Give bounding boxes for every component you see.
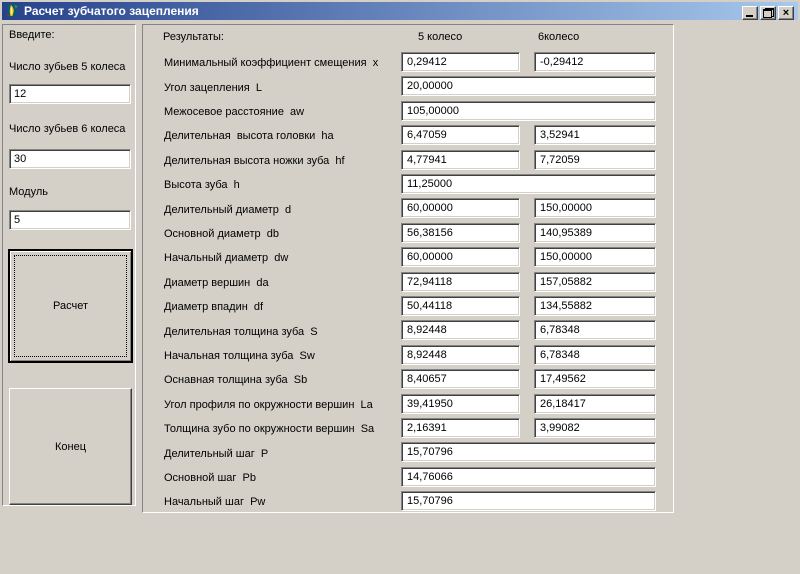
result-row-label: Межосевое расстояние aw	[164, 105, 305, 118]
focus-rect	[14, 255, 127, 357]
app-window: Расчет зубчатого зацепления × Введите: Ч…	[0, 0, 800, 574]
result-row-label: Угол профиля по окружности вершин La	[164, 398, 373, 411]
result-row-label: Оснавная толщина зуба Sb	[164, 374, 308, 387]
restore-icon	[763, 8, 774, 18]
minimize-button[interactable]	[742, 6, 758, 20]
results-rows: Минимальный коэффициент смещения x 0,2941…	[143, 51, 675, 514]
result-field-wheel6[interactable]: 140,95389	[534, 222, 656, 243]
result-field-wheel6[interactable]: 150,00000	[534, 198, 656, 219]
title-bar: Расчет зубчатого зацепления ×	[2, 2, 798, 20]
result-field-wheel5[interactable]: 0,29412	[401, 52, 520, 72]
result-row: Основной шаг Pb 14,76066	[143, 466, 675, 490]
result-row-label: Начальный шаг Pw	[164, 496, 266, 509]
result-field-wheel5[interactable]: 50,44118	[401, 296, 520, 316]
end-button-label: Конец	[54, 440, 87, 453]
result-field-wheel5[interactable]: 2,16391	[401, 418, 520, 438]
result-row-label: Делительная высота ножки зуба hf	[164, 154, 345, 167]
result-field-wheel6[interactable]: 26,18417	[534, 393, 656, 414]
module-label: Модуль	[9, 186, 48, 198]
module-input[interactable]	[9, 210, 131, 230]
result-row: Оснавная толщина зуба Sb 8,40657 17,49562	[143, 368, 675, 392]
result-field-wheel5[interactable]: 4,77941	[401, 149, 520, 170]
result-field-wheel5[interactable]: 39,41950	[401, 393, 520, 414]
result-row-label: Делительный диаметр d	[164, 203, 292, 216]
result-row: Диаметр впадин df 50,44118 134,55882	[143, 295, 675, 319]
result-row-label: Высота зуба h	[164, 179, 240, 192]
input-panel-title: Введите:	[9, 29, 55, 41]
result-field-wheel6[interactable]: 3,52941	[534, 125, 656, 146]
result-field-wide[interactable]: 105,00000	[401, 100, 656, 121]
result-field-wheel5[interactable]: 56,38156	[401, 222, 520, 243]
result-field-wheel6[interactable]: 7,72059	[534, 149, 656, 170]
result-row-label: Минимальный коэффициент смещения x	[164, 57, 379, 70]
result-row-label: Основной шаг Pb	[164, 471, 257, 484]
result-row-label: Угол зацепления L	[164, 81, 262, 94]
result-row: Минимальный коэффициент смещения x 0,2941…	[143, 51, 675, 75]
result-field-wheel6[interactable]: 6,78348	[534, 344, 656, 365]
result-field-wheel6[interactable]: 134,55882	[534, 296, 656, 316]
calc-button[interactable]: Расчет	[8, 249, 133, 363]
result-row: Толщина зубо по окружности вершин Sa 2,16…	[143, 417, 675, 441]
result-row-label: Делительный шаг P	[164, 447, 269, 460]
result-row-label: Толщина зубо по окружности вершин Sa	[164, 423, 375, 436]
result-row: Высота зуба h 11,25000	[143, 173, 675, 197]
result-field-wheel5[interactable]: 60,00000	[401, 247, 520, 268]
input-panel: Введите: Число зубьев 5 колеса Число зуб…	[2, 24, 136, 506]
result-row: Начальный диаметр dw 60,00000 150,00000	[143, 246, 675, 270]
result-row: Начальный шаг Pw 15,70796	[143, 490, 675, 514]
result-field-wheel6[interactable]: 6,78348	[534, 320, 656, 341]
result-field-wide[interactable]: 11,25000	[401, 174, 656, 194]
result-field-wheel5[interactable]: 6,47059	[401, 125, 520, 146]
result-row: Делительная высота ножки зуба hf 4,77941 7…	[143, 149, 675, 173]
result-field-wheel5[interactable]: 8,92448	[401, 344, 520, 365]
restore-button[interactable]	[760, 6, 776, 20]
teeth5-label: Число зубьев 5 колеса	[9, 61, 126, 73]
results-title: Результаты:	[163, 31, 224, 43]
result-field-wheel5[interactable]: 8,92448	[401, 320, 520, 341]
teeth5-input[interactable]	[9, 84, 131, 104]
result-field-wide[interactable]: 20,00000	[401, 76, 656, 97]
result-field-wide[interactable]: 14,76066	[401, 466, 656, 487]
result-row-label: Делительная высота головки ha	[164, 130, 334, 143]
app-icon	[7, 4, 18, 17]
result-row: Угол зацепления L 20,00000	[143, 75, 675, 99]
result-row: Диаметр вершин da 72,94118 157,05882	[143, 271, 675, 295]
result-field-wheel5[interactable]: 60,00000	[401, 198, 520, 219]
result-row: Делительная толщина зуба S 8,92448 6,78348	[143, 319, 675, 343]
result-row-label: Делительная толщина зуба S	[164, 325, 318, 338]
teeth6-label: Число зубьев 6 колеса	[9, 123, 126, 135]
col-header-wheel5: 5 колесо	[418, 31, 463, 43]
result-row: Межосевое расстояние aw 105,00000	[143, 100, 675, 124]
end-button[interactable]: Конец	[9, 388, 132, 505]
result-row: Делительная высота головки ha 6,47059 3,52…	[143, 124, 675, 148]
close-button[interactable]: ×	[778, 6, 794, 20]
result-field-wheel6[interactable]: -0,29412	[534, 52, 656, 72]
result-row: Начальная толщина зуба Sw 8,92448 6,78348	[143, 344, 675, 368]
result-row-label: Начальный диаметр dw	[164, 252, 289, 265]
result-row-label: Диаметр вершин da	[164, 276, 269, 289]
result-field-wide[interactable]: 15,70796	[401, 491, 656, 512]
result-field-wheel5[interactable]: 8,40657	[401, 369, 520, 390]
result-row-label: Начальная толщина зуба Sw	[164, 349, 315, 362]
result-row: Основной диаметр db 56,38156 140,95389	[143, 222, 675, 246]
result-field-wheel6[interactable]: 17,49562	[534, 369, 656, 390]
col-header-wheel6: 6колесо	[538, 31, 580, 43]
result-row: Делительный диаметр d 60,00000 150,00000	[143, 197, 675, 221]
result-field-wheel6[interactable]: 157,05882	[534, 271, 656, 292]
result-row-label: Диаметр впадин df	[164, 301, 264, 314]
close-icon: ×	[782, 7, 790, 19]
minimize-icon	[746, 15, 753, 17]
result-field-wheel6[interactable]: 3,99082	[534, 418, 656, 438]
result-field-wheel5[interactable]: 72,94118	[401, 271, 520, 292]
results-panel: Результаты: 5 колесо 6колесо Минимальный…	[142, 24, 674, 513]
teeth6-input[interactable]	[9, 149, 131, 169]
window-title: Расчет зубчатого зацепления	[24, 4, 199, 18]
result-row: Делительный шаг P 15,70796	[143, 441, 675, 465]
result-row: Угол профиля по окружности вершин La 39,4…	[143, 393, 675, 417]
result-field-wheel6[interactable]: 150,00000	[534, 247, 656, 268]
result-field-wide[interactable]: 15,70796	[401, 442, 656, 463]
result-row-label: Основной диаметр db	[164, 227, 279, 240]
